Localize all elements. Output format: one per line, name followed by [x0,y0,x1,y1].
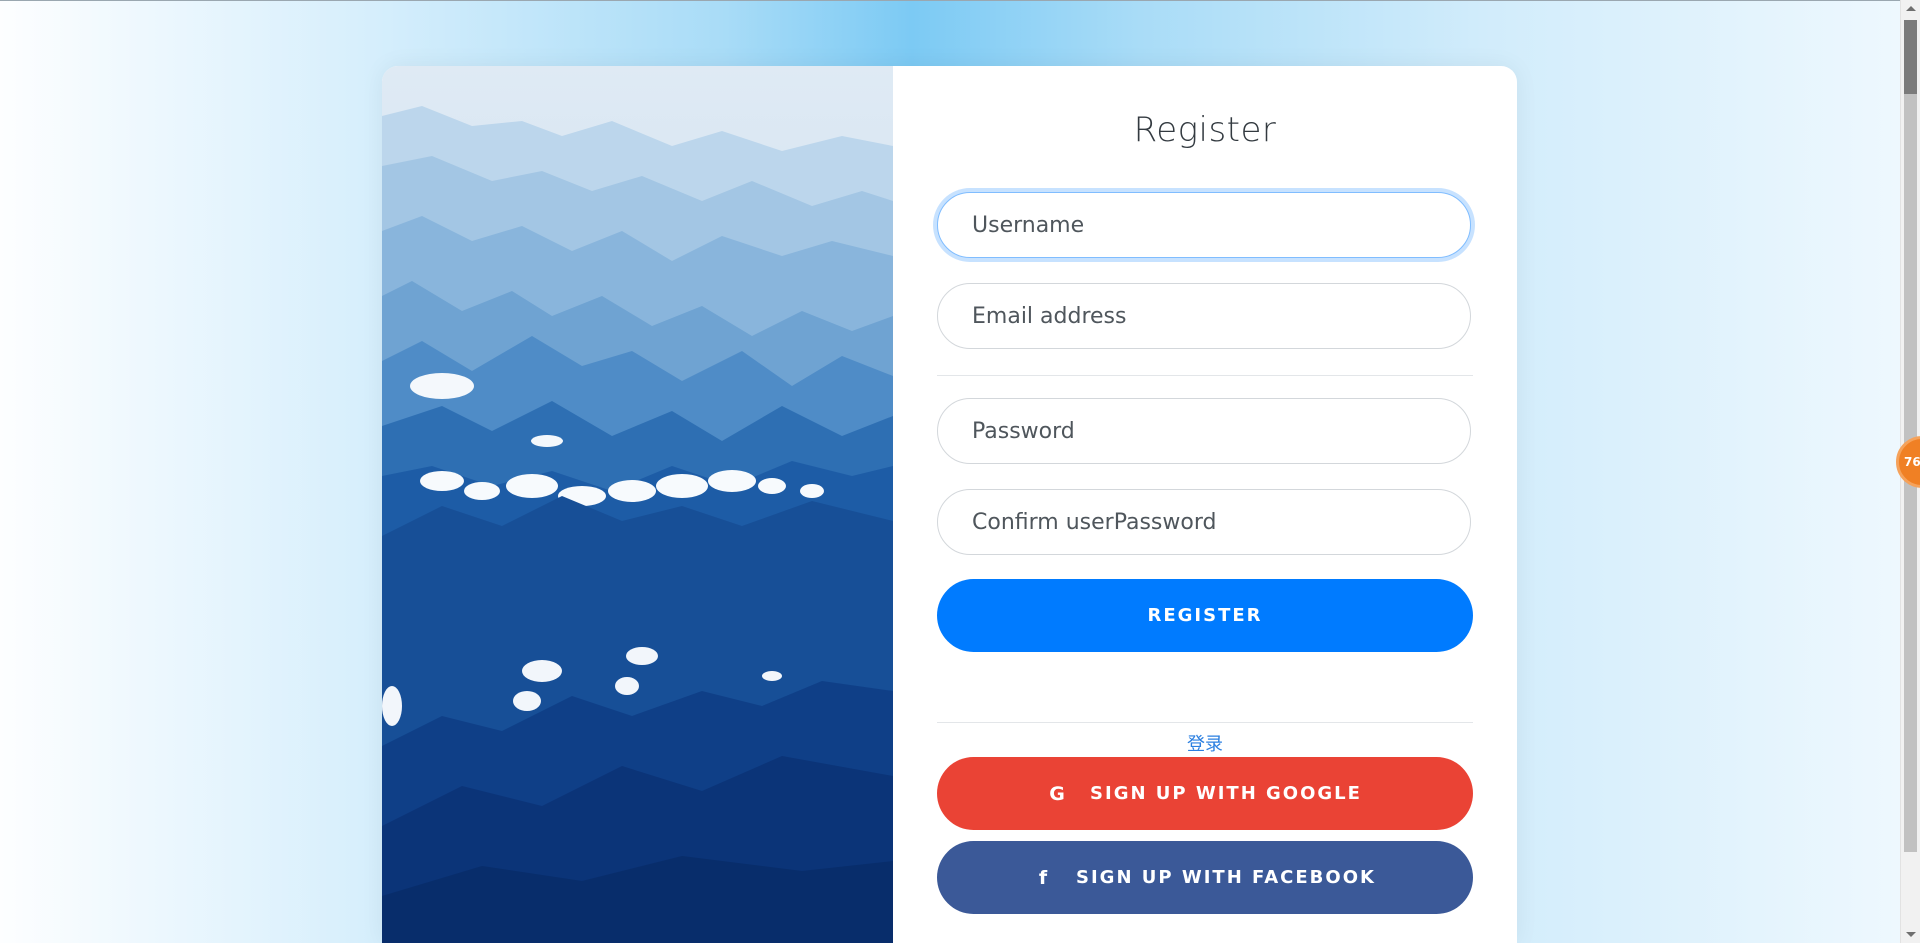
login-link[interactable]: 登录 [937,730,1473,756]
scroll-up-arrow-icon[interactable] [1906,6,1916,11]
email-input[interactable] [938,284,1470,348]
username-input[interactable] [938,193,1470,257]
password-input[interactable] [938,399,1470,463]
facebook-icon: f [1038,866,1050,889]
username-field-wrapper [937,192,1471,258]
google-icon: G [1049,782,1067,805]
google-signup-button[interactable]: G SIGN UP WITH GOOGLE [937,757,1473,830]
register-button-label: REGISTER [1147,605,1263,626]
divider [937,375,1473,376]
window-top-border [0,0,1900,1]
divider-social [937,722,1473,723]
email-field-wrapper [937,283,1471,349]
scroll-down-arrow-icon[interactable] [1906,932,1916,937]
confirm-password-input[interactable] [938,490,1470,554]
form-title: Register [1133,110,1277,150]
register-card: Register REGISTER 登录 G SIGN UP WITH GOOG… [382,66,1517,943]
facebook-signup-label: SIGN UP WITH FACEBOOK [1076,867,1376,888]
confirm-password-field-wrapper [937,489,1471,555]
mountain-image [382,66,893,943]
scrollbar-thumb[interactable] [1904,20,1917,94]
google-signup-label: SIGN UP WITH GOOGLE [1090,783,1362,804]
badge-count: 76 [1904,455,1920,469]
password-field-wrapper [937,398,1471,464]
register-button[interactable]: REGISTER [937,579,1473,652]
facebook-signup-button[interactable]: f SIGN UP WITH FACEBOOK [937,841,1473,914]
